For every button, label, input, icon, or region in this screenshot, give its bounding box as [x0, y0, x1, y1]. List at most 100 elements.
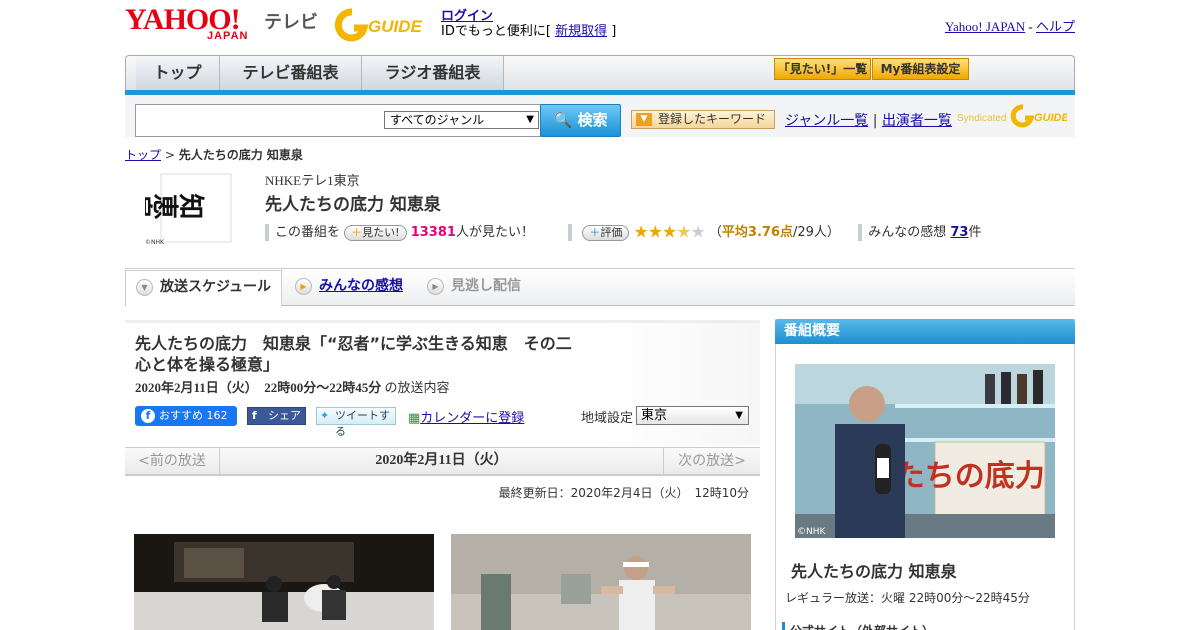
rating-open-paren: （: [708, 225, 722, 240]
mitai-list-button[interactable]: 「見たい!」一覧: [774, 58, 871, 80]
stat-separator: [265, 224, 269, 241]
tab-schedule-label: 放送スケジュール: [160, 279, 272, 295]
twitter-bird-icon: ✦: [320, 409, 330, 422]
svg-text:©NHK: ©NHK: [797, 527, 827, 537]
region-select-value: 東京: [641, 408, 668, 423]
program-host-photo: 先人たちの底力 知恵泉 ©NHK: [795, 364, 1055, 538]
breadcrumb: トップ > 先人たちの底力 知恵泉: [125, 146, 303, 163]
chevron-down-icon: ▼: [526, 114, 534, 125]
breadcrumb-sep: >: [161, 148, 179, 162]
gguide-logo: GUIDE: [334, 6, 434, 42]
plus-icon: ＋: [351, 225, 363, 239]
rating-button-label: 評価: [600, 225, 623, 239]
rating-count: /29人）: [793, 225, 840, 240]
stat-separator: [568, 224, 573, 241]
svg-text:GUIDE: GUIDE: [1034, 112, 1067, 124]
calendar-icon: ▦: [408, 411, 421, 426]
last-updated: 最終更新日：2020年2月4日（火） 12時10分: [498, 486, 749, 500]
sidebar-heading: 番組概要: [775, 319, 1075, 344]
breadcrumb-top-link[interactable]: トップ: [125, 148, 161, 162]
next-broadcast-link[interactable]: 次の放送>: [663, 447, 760, 476]
performer-list-link[interactable]: 出演者一覧: [882, 113, 952, 129]
svg-text:©NHK: ©NHK: [145, 239, 165, 246]
nav-tab-radio-schedule[interactable]: ラジオ番組表: [362, 56, 504, 91]
nav-tab-tv-schedule[interactable]: テレビ番組表: [220, 56, 362, 91]
sidebar-official-site[interactable]: 公式サイト（外部サイト）: [782, 622, 934, 630]
want-prefix: この番組を: [275, 225, 341, 240]
star-icons: ★★★: [633, 222, 678, 243]
want-button[interactable]: ＋見たい!: [344, 224, 407, 241]
links-divider: |: [868, 113, 882, 129]
genre-select[interactable]: すべてのジャンル ▼: [384, 111, 539, 129]
share-label: シェア: [268, 409, 301, 422]
impressions-count-link[interactable]: 73: [950, 225, 968, 240]
genre-select-value: すべてのジャンル: [390, 113, 485, 127]
episode-datetime: 2020年2月11日（火） 22時00分～22時45分 の放送内容: [135, 377, 450, 396]
tab-missed[interactable]: ▶ 見逃し配信: [417, 270, 521, 306]
play-icon: ▶: [427, 278, 444, 295]
divider: [125, 268, 1075, 269]
search-links: ジャンル一覧 | 出演者一覧: [785, 110, 952, 130]
want-button-label: 見たい!: [362, 225, 400, 239]
svg-text:Syndicated: Syndicated: [957, 113, 1006, 124]
logo-sub: JAPAN: [207, 30, 249, 42]
episode-datetime-suffix: の放送内容: [384, 381, 450, 396]
prev-broadcast-link[interactable]: <前の放送: [125, 447, 220, 476]
yahoo-logo[interactable]: YAHOO! JAPAN: [125, 5, 262, 43]
syndicated-gguide-logo: Syndicated GUIDE: [957, 102, 1070, 128]
program-title: 先人たちの底力 知恵泉: [265, 195, 441, 215]
search-icon: 🔍: [553, 111, 573, 129]
rating-button[interactable]: ＋評価: [582, 224, 630, 241]
help-link[interactable]: ヘルプ: [1036, 19, 1075, 34]
facebook-icon: f: [252, 409, 257, 422]
episode-photo-1: [134, 534, 434, 630]
tab-impressions-label[interactable]: みんなの感想: [319, 278, 403, 294]
triangle-down-icon: ▼: [636, 113, 652, 126]
tv-label: テレビ: [264, 12, 318, 33]
half-star-icon: ★: [676, 222, 691, 243]
breadcrumb-current: 先人たちの底力 知恵泉: [178, 148, 303, 162]
episode-photo-2: [451, 534, 751, 630]
sidebar-program-title: 先人たちの底力 知恵泉: [791, 562, 957, 581]
facebook-recommend-button[interactable]: f おすすめ 162: [135, 406, 237, 426]
tweet-button[interactable]: ✦ ツイートする: [316, 407, 396, 438]
keyword-button[interactable]: ▼ 登録したキーワード: [631, 110, 775, 129]
impressions-label: みんなの感想: [868, 225, 951, 240]
calendar-register-link[interactable]: カレンダーに登録: [420, 411, 524, 426]
facebook-share-button[interactable]: f シェア: [247, 407, 306, 425]
program-tabs: ▼ 放送スケジュール ▶ みんなの感想 ▶ 見逃し配信: [125, 270, 1075, 306]
stat-separator: [858, 224, 863, 241]
yahoo-japan-link[interactable]: Yahoo! JAPAN: [945, 19, 1025, 34]
episode-title: 先人たちの底力 知恵泉「“忍者”に学ぶ生きる知恵 その二 心と体を操る極意」: [135, 334, 588, 374]
my-schedule-button[interactable]: My番組表設定: [872, 58, 969, 80]
tab-schedule[interactable]: ▼ 放送スケジュール: [125, 270, 282, 306]
current-broadcast-date: 2020年2月11日（火）: [375, 453, 508, 468]
login-sub-suffix: ]: [607, 24, 617, 39]
main-nav: トップ テレビ番組表 ラジオ番組表 「見たい!」一覧 My番組表設定: [125, 55, 1075, 91]
want-count: 13381: [410, 225, 456, 240]
facebook-icon: f: [141, 409, 155, 423]
search-button[interactable]: 🔍 検索: [540, 104, 621, 137]
genre-list-link[interactable]: ジャンル一覧: [785, 113, 868, 129]
svg-text:知恵泉: 知恵泉: [145, 189, 205, 219]
rating-average: 平均3.76点: [721, 225, 793, 240]
login-sub-prefix: IDでもっと便利に[: [441, 24, 556, 39]
signup-link[interactable]: 新規取得: [555, 24, 607, 39]
region-select[interactable]: 東京 ▼: [636, 406, 749, 425]
chevron-down-icon: ▼: [136, 279, 153, 296]
nav-tab-top[interactable]: トップ: [136, 56, 220, 91]
station-name: NHKEテレ1東京: [265, 173, 360, 188]
svg-text:GUIDE: GUIDE: [368, 17, 423, 36]
keyword-button-label: 登録したキーワード: [658, 112, 767, 126]
top-right-links: Yahoo! JAPAN - ヘルプ: [945, 16, 1075, 35]
plus-icon: ＋: [589, 225, 601, 239]
region-label: 地域設定: [581, 411, 634, 426]
program-logo-image: 知恵泉 ©NHK: [127, 172, 233, 246]
tab-impressions[interactable]: ▶ みんなの感想: [285, 270, 403, 306]
episode-datetime-value: 2020年2月11日（火） 22時00分～22時45分: [135, 380, 382, 395]
empty-star-icon: ★: [690, 222, 706, 243]
sidebar-regular-broadcast: レギュラー放送：火曜 22時00分～22時45分: [785, 591, 1030, 605]
rating-stars: ★★★★★: [633, 222, 706, 243]
calendar-register[interactable]: ▦カレンダーに登録: [408, 407, 524, 426]
link-dash: -: [1025, 19, 1036, 34]
